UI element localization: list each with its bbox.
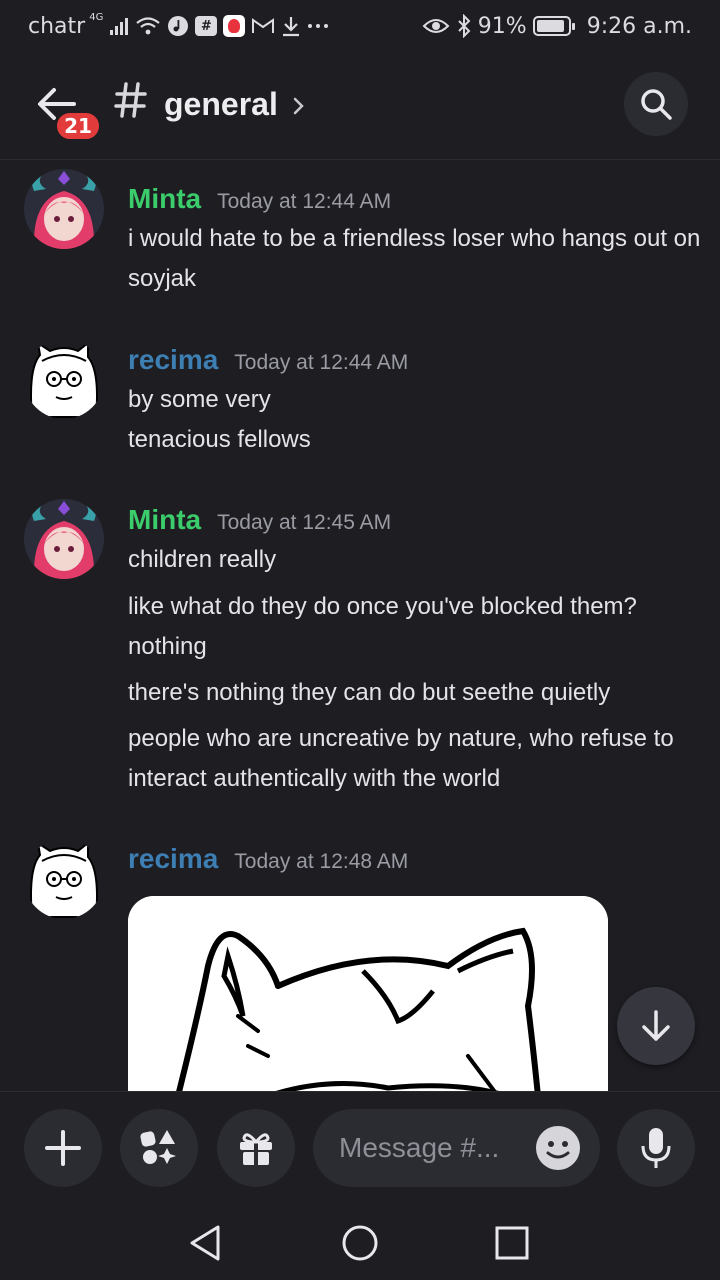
system-navigation-bar: [0, 1201, 720, 1280]
channel-title[interactable]: general: [164, 86, 278, 123]
message-list[interactable]: Minta Today at 12:44 AM i would hate to …: [0, 161, 720, 1091]
apps-button[interactable]: [120, 1109, 198, 1187]
music-icon: [167, 15, 189, 37]
jump-to-latest-button[interactable]: [617, 987, 695, 1065]
message-composer: Message #...: [0, 1091, 720, 1201]
author-name[interactable]: recima: [128, 843, 218, 875]
add-attachment-button[interactable]: [24, 1109, 102, 1187]
search-icon: [641, 89, 672, 120]
avatar[interactable]: [24, 339, 104, 419]
author-name[interactable]: Minta: [128, 183, 201, 215]
timestamp: Today at 12:48 AM: [234, 850, 409, 873]
wifi-icon: [135, 16, 161, 36]
author-name[interactable]: Minta: [128, 504, 201, 536]
hash-notification-icon: #: [195, 16, 218, 36]
emoji-icon[interactable]: [536, 1126, 580, 1170]
apps-icon: [140, 1130, 176, 1164]
author-name[interactable]: recima: [128, 344, 218, 376]
bluetooth-icon: [456, 14, 472, 38]
battery-percent: 91%: [477, 13, 527, 39]
message-text: by some very: [128, 386, 271, 413]
more-icon: [307, 23, 329, 29]
message-input[interactable]: Message #...: [313, 1109, 600, 1187]
battery-icon: [532, 16, 575, 36]
avatar[interactable]: [24, 169, 104, 249]
avatar-image: [24, 499, 104, 579]
unread-badge: 21: [54, 110, 102, 142]
chevron-right-icon[interactable]: [292, 96, 306, 116]
clock: 9:26 a.m.: [586, 13, 692, 39]
carrier-name: chatr: [28, 13, 86, 39]
signal-icon: [109, 16, 129, 36]
download-icon: [281, 15, 301, 37]
channel-hash-icon: [114, 82, 147, 118]
status-bar: chatr 4G # 91% 9:26 a.m.: [0, 0, 720, 52]
message-text: there's nothing they can do but seethe q…: [128, 679, 611, 706]
arrow-down-icon: [642, 1010, 670, 1041]
message-text: children really: [128, 546, 277, 573]
voice-message-button[interactable]: [617, 1109, 695, 1187]
home-circle-icon[interactable]: [340, 1223, 380, 1263]
timestamp: Today at 12:45 AM: [217, 511, 392, 534]
network-type: 4G: [89, 11, 104, 23]
message-text: tenacious fellows: [128, 426, 311, 453]
message-text: people who are uncreative by nature, who…: [128, 725, 674, 792]
search-button[interactable]: [624, 72, 688, 136]
timestamp: Today at 12:44 AM: [234, 351, 409, 374]
channel-header: 21 general: [0, 52, 720, 160]
gmail-icon: [251, 17, 275, 35]
microphone-icon: [641, 1128, 671, 1168]
message-input-placeholder: Message #...: [339, 1132, 500, 1163]
avatar-image: [24, 339, 104, 419]
eye-icon: [422, 17, 450, 35]
avatar[interactable]: [24, 839, 104, 919]
recents-square-icon[interactable]: [492, 1223, 532, 1263]
back-triangle-icon[interactable]: [186, 1223, 226, 1263]
avatar-image: [24, 839, 104, 919]
image-attachment[interactable]: [128, 896, 608, 1091]
message-text: i would hate to be a friendless loser wh…: [128, 225, 701, 292]
gift-icon: [240, 1133, 272, 1165]
gift-button[interactable]: [217, 1109, 295, 1187]
avatar-image: [24, 169, 104, 249]
attachment-drawing: [128, 896, 608, 1091]
message-text: like what do they do once you've blocked…: [128, 593, 637, 660]
plus-icon: [45, 1130, 81, 1166]
timestamp: Today at 12:44 AM: [217, 190, 392, 213]
avatar[interactable]: [24, 499, 104, 579]
app-notification-icon: [223, 15, 246, 37]
